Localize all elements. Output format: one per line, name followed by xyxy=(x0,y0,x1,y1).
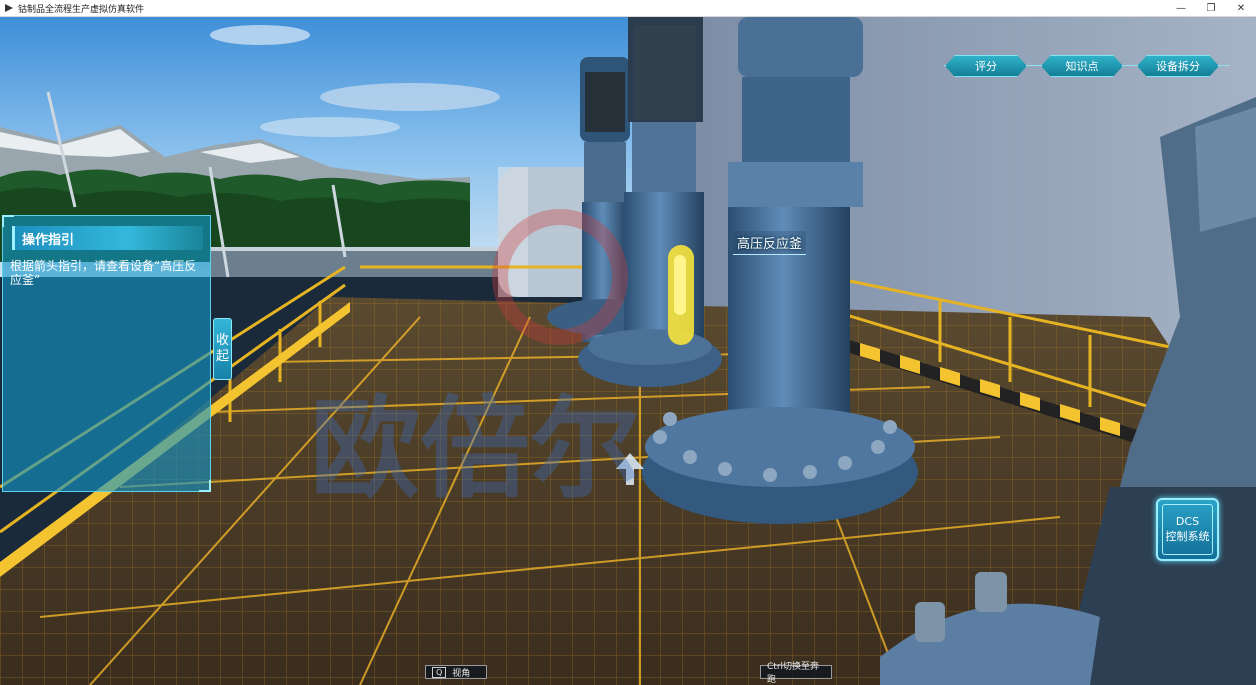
window-title: 钴制品全流程生产虚拟仿真软件 xyxy=(18,4,145,15)
restore-icon: ❐ xyxy=(1206,3,1216,14)
collapse-label-2: 起 xyxy=(215,349,229,364)
minimize-button[interactable]: — xyxy=(1166,0,1196,17)
panel-corner xyxy=(199,480,211,492)
view-hint-label: 视角 xyxy=(452,668,471,679)
q-key-icon: Q xyxy=(432,666,447,678)
close-button[interactable]: ✕ xyxy=(1226,0,1256,17)
restore-button[interactable]: ❐ xyxy=(1196,0,1226,17)
guide-title: 操作指引 xyxy=(12,226,203,250)
equipment-split-button-label: 设备拆分 xyxy=(1156,60,1200,73)
guide-instruction: 根据箭头指引，请查看设备“高压反应釜” xyxy=(10,259,197,287)
window-titlebar: 钴制品全流程生产虚拟仿真软件 — ❐ ✕ xyxy=(0,0,1256,17)
close-icon: ✕ xyxy=(1236,3,1246,14)
run-hint: Ctrl切换至奔跑 xyxy=(760,662,832,685)
knowledge-button[interactable]: 知识点 xyxy=(1041,55,1123,77)
minimize-icon: — xyxy=(1176,3,1186,14)
app-icon xyxy=(5,4,13,12)
dcs-control-button[interactable]: DCS 控制系统 xyxy=(1156,498,1219,561)
view-hint: Q 视角 xyxy=(425,665,487,679)
equipment-tag[interactable]: 高压反应釜 xyxy=(733,231,807,255)
dcs-button-frame xyxy=(1162,504,1213,555)
panel-corner xyxy=(2,215,14,227)
run-hint-label: Ctrl切换至奔跑 xyxy=(767,662,820,685)
watermark-text: 欧倍尔 xyxy=(310,385,640,513)
score-button-label: 评分 xyxy=(975,60,997,73)
operation-guide-panel: 操作指引 根据箭头指引，请查看设备“高压反应釜” xyxy=(2,215,211,492)
equipment-split-button[interactable]: 设备拆分 xyxy=(1137,55,1219,77)
scene-viewport[interactable]: 欧倍尔 评分 知识点 设备拆分 操作指引 根据箭头指引，请查看设备“高压反应釜”… xyxy=(0,17,1256,685)
collapse-button[interactable]: 收 起 xyxy=(213,318,232,380)
collapse-label-1: 收 xyxy=(215,333,229,348)
knowledge-button-label: 知识点 xyxy=(1065,60,1099,73)
score-button[interactable]: 评分 xyxy=(945,55,1027,77)
